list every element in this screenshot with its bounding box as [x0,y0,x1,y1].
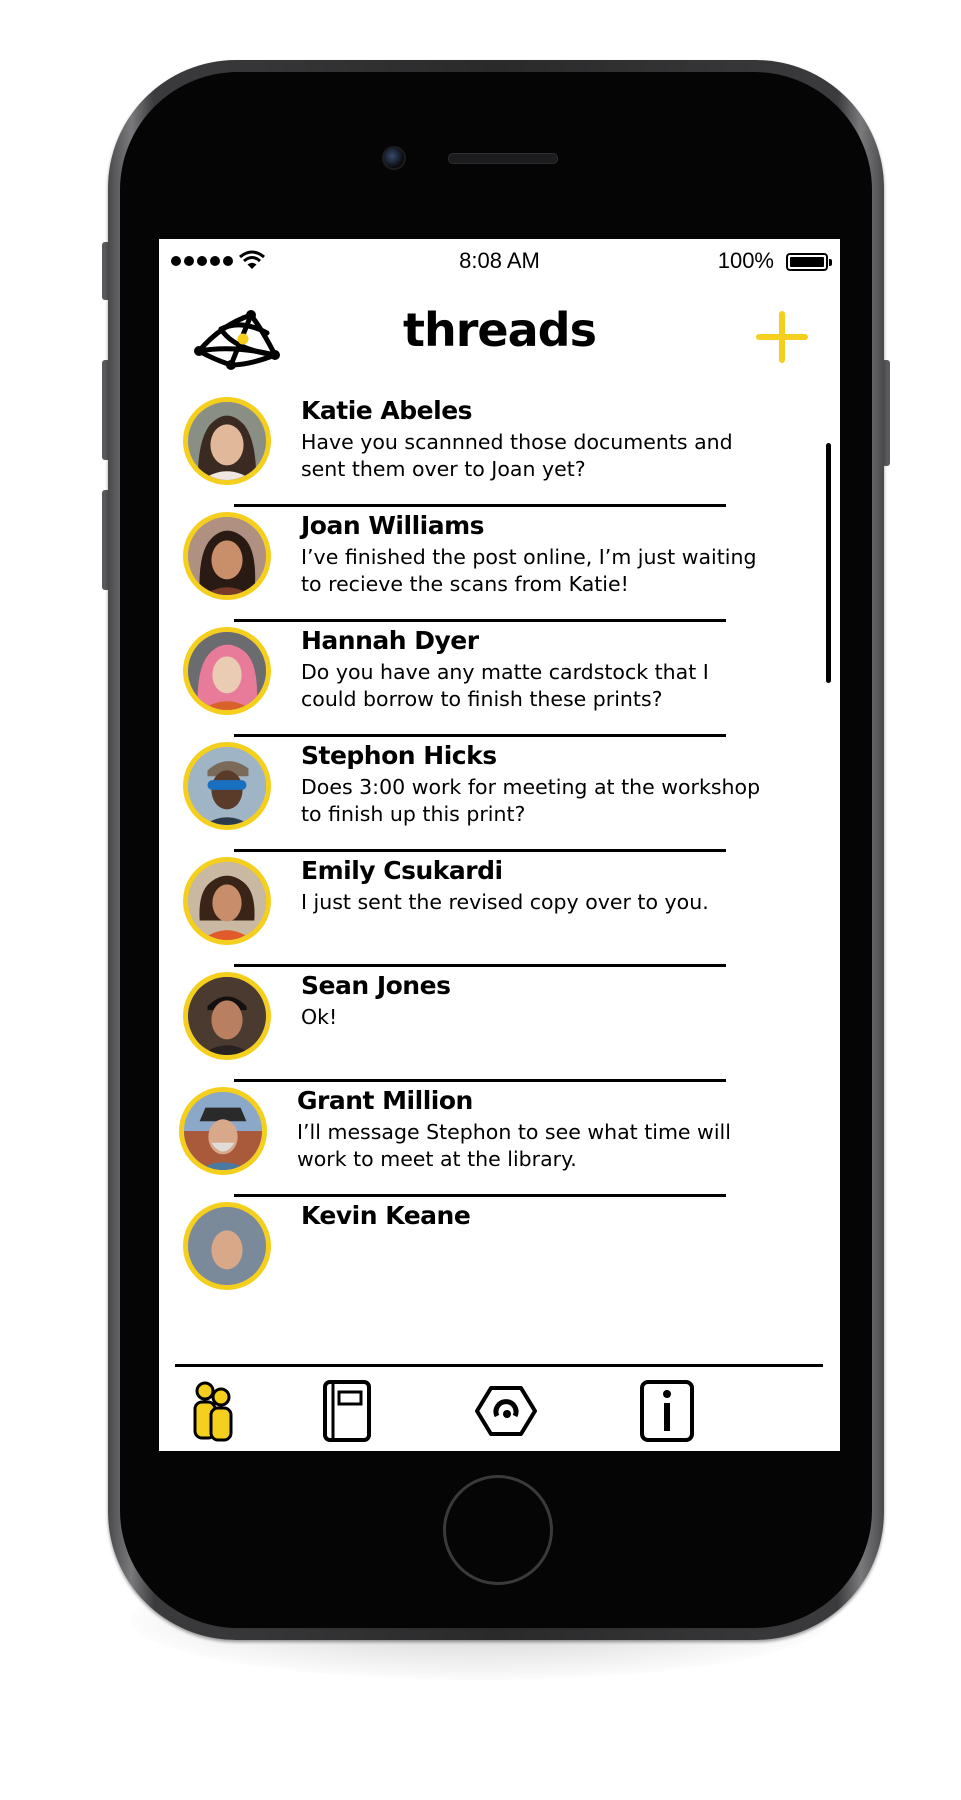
thread-row[interactable]: Kevin Keane [159,1196,840,1330]
thread-name: Emily Csukardi [301,856,503,885]
front-camera [382,146,406,170]
thread-name: Katie Abeles [301,396,473,425]
status-bar: 8:08 AM 100% [159,239,840,281]
page-title: threads [403,303,597,357]
thread-row[interactable]: Sean Jones Ok! [159,966,840,1100]
thread-row[interactable]: Hannah Dyer Do you have any matte cardst… [159,621,840,755]
thread-row[interactable]: Joan Williams I’ve finished the post onl… [159,506,840,640]
thread-preview: Do you have any matte cardstock that I c… [301,660,709,711]
thread-row[interactable]: Stephon Hicks Does 3:00 work for meeting… [159,736,840,870]
thread-list[interactable]: Katie Abeles Have you scannned those doc… [159,391,840,1391]
thread-name: Stephon Hicks [301,741,497,770]
thread-name: Joan Williams [301,511,485,540]
thread-row[interactable]: Emily Csukardi I just sent the revised c… [159,851,840,985]
thread-preview: Ok! [301,1005,338,1029]
thread-preview: Have you scannned those documents and se… [301,430,733,481]
avatar [183,972,271,1060]
tab-info[interactable] [632,1376,702,1446]
tab-bar [159,1364,840,1451]
avatar [183,397,271,485]
new-thread-button[interactable] [756,311,808,363]
thread-row[interactable]: Grant Million I’ll message Stephon to se… [159,1081,840,1215]
avatar [183,512,271,600]
tab-bar-divider [175,1364,823,1367]
battery-icon [786,253,832,271]
avatar [183,627,271,715]
app-header: threads [159,281,840,391]
app-screen: 8:08 AM 100% threads Katie Abeles Have y… [159,239,840,1451]
scrollbar[interactable] [826,443,831,683]
people-icon [193,1381,233,1442]
avatar [183,1202,271,1290]
battery-percentage: 100% [717,248,774,273]
thread-row[interactable]: Katie Abeles Have you scannned those doc… [159,391,840,525]
home-button[interactable] [443,1475,553,1585]
tab-contacts[interactable] [179,1376,249,1446]
info-icon [640,1380,694,1442]
tab-camera[interactable] [471,1376,541,1446]
thread-preview: I’ll message Stephon to see what time wi… [297,1120,731,1171]
thread-preview: I’ve finished the post online, I’m just … [301,545,757,596]
thread-name: Sean Jones [301,971,451,1000]
tab-notebook[interactable] [311,1376,381,1446]
thread-name: Kevin Keane [301,1201,471,1230]
avatar [183,742,271,830]
avatar [183,857,271,945]
hexagon-camera-icon [475,1386,537,1436]
notebook-icon [323,1380,371,1442]
thread-name: Hannah Dyer [301,626,479,655]
thread-preview: Does 3:00 work for meeting at the worksh… [301,775,761,826]
thread-name: Grant Million [297,1086,473,1115]
earpiece-speaker [448,153,558,164]
thread-preview: I just sent the revised copy over to you… [301,890,709,914]
avatar [179,1087,267,1175]
